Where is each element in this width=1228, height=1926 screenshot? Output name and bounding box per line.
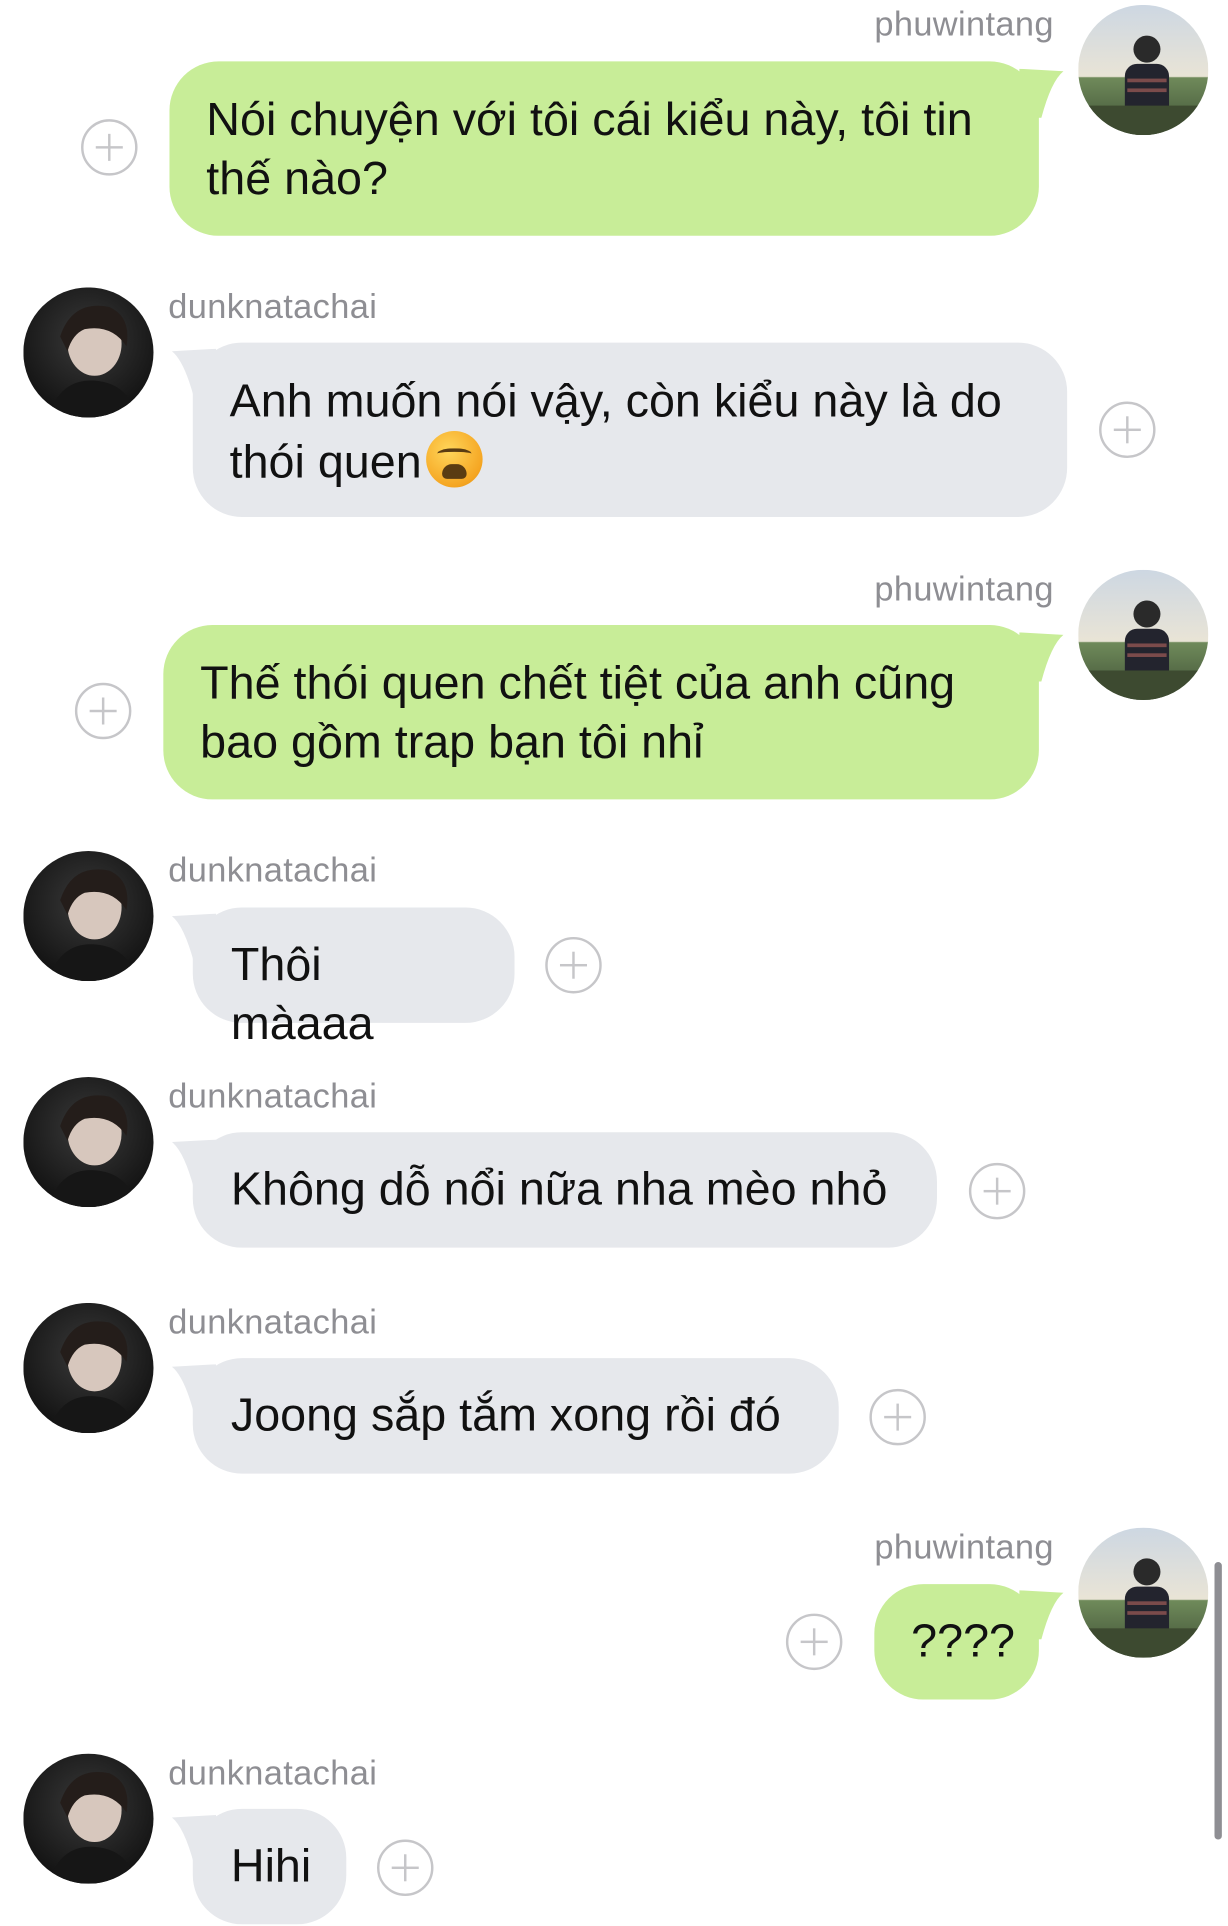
weary-face-icon — [426, 431, 484, 488]
avatar[interactable] — [23, 1076, 154, 1208]
plus-circle-icon[interactable] — [376, 1839, 434, 1897]
message-bubble-sent[interactable]: Nói chuyện với tôi cái kiểu này, tôi tin… — [169, 61, 1039, 236]
plus-circle-icon[interactable] — [1099, 401, 1156, 459]
avatar[interactable] — [1078, 4, 1209, 136]
sender-name: dunknatachai — [168, 1302, 378, 1341]
sender-name: dunknatachai — [168, 851, 378, 890]
sender-name: phuwintang — [874, 4, 1054, 43]
message-text: Joong sắp tắm xong rồi đó — [230, 1390, 781, 1442]
plus-circle-icon[interactable] — [968, 1162, 1026, 1220]
avatar[interactable] — [1078, 569, 1209, 700]
message-bubble-sent[interactable]: ???? — [874, 1584, 1039, 1700]
sender-name: dunknatachai — [168, 1076, 378, 1116]
plus-circle-icon[interactable] — [74, 682, 132, 740]
message-text: Thôi màaaa — [230, 939, 374, 1050]
plus-circle-icon[interactable] — [545, 936, 602, 994]
message-text: Hihi — [230, 1840, 312, 1893]
sender-name: phuwintang — [874, 1527, 1054, 1566]
message-bubble-received[interactable]: Anh muốn nói vậy, còn kiểu này là do thó… — [192, 342, 1068, 517]
plus-circle-icon[interactable] — [869, 1388, 926, 1446]
message-bubble-received[interactable]: Thôi màaaa — [192, 907, 515, 1050]
avatar[interactable] — [23, 851, 154, 982]
message-bubble-received[interactable]: Hihi — [192, 1808, 347, 1925]
message-bubble-sent[interactable]: Thế thói quen chết tiệt của anh cũng bao… — [163, 625, 1039, 800]
scrollbar[interactable] — [1214, 1562, 1222, 1840]
plus-circle-icon[interactable] — [81, 119, 138, 176]
sender-name: phuwintang — [874, 569, 1054, 608]
chat-stage: phuwintang Nói chuyện với tôi cái kiểu n… — [0, 0, 1228, 1926]
message-bubble-received[interactable]: Không dỗ nổi nữa nha mèo nhỏ — [192, 1132, 937, 1248]
message-text: Không dỗ nổi nữa nha mèo nhỏ — [230, 1164, 888, 1216]
message-text: Thế thói quen chết tiệt của anh cũng bao… — [200, 658, 956, 769]
sender-name: dunknatachai — [168, 1753, 378, 1792]
avatar[interactable] — [1078, 1527, 1209, 1658]
plus-circle-icon[interactable] — [785, 1613, 843, 1671]
avatar[interactable] — [23, 1753, 154, 1884]
message-text: ???? — [911, 1616, 1015, 1668]
message-text: Nói chuyện với tôi cái kiểu này, tôi tin… — [206, 94, 973, 206]
avatar[interactable] — [23, 1302, 154, 1434]
avatar[interactable] — [23, 287, 154, 418]
sender-name: dunknatachai — [168, 287, 378, 326]
message-bubble-received[interactable]: Joong sắp tắm xong rồi đó — [192, 1358, 839, 1474]
message-text: Anh muốn nói vậy, còn kiểu này là do thó… — [229, 375, 1002, 489]
